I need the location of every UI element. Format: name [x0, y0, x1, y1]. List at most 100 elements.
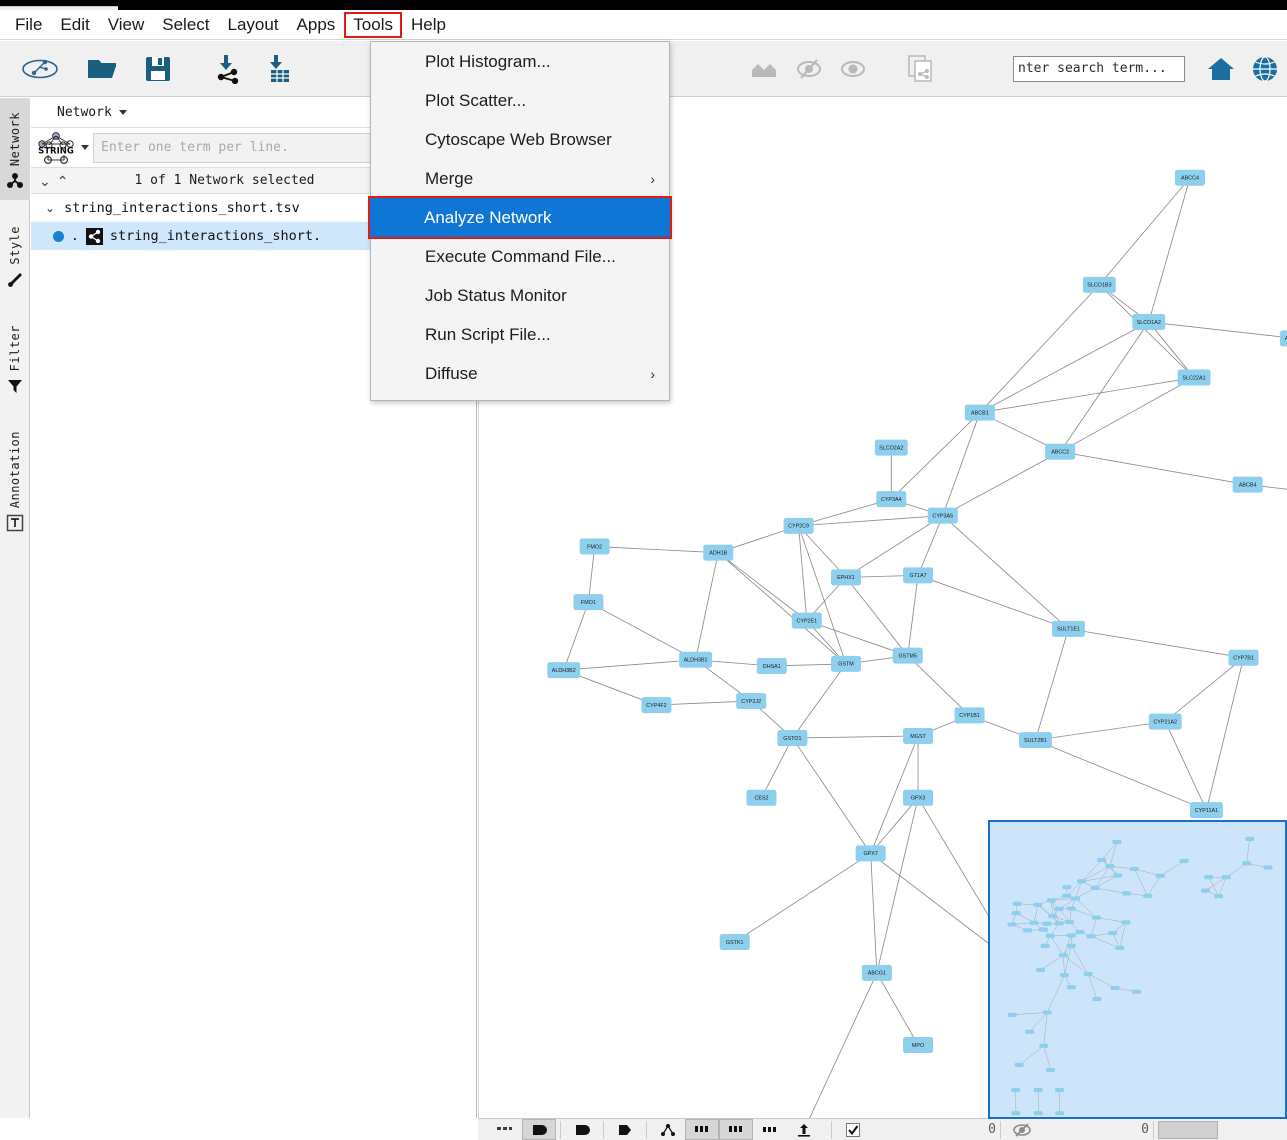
graph-node[interactable]: GPX7 [855, 845, 886, 862]
edge-select-icon[interactable] [719, 1119, 753, 1140]
graph-node[interactable]: SLCO1B3 [1082, 276, 1116, 293]
graph-node[interactable] [1033, 1087, 1043, 1093]
string-dropdown-chevron-icon[interactable] [81, 145, 89, 150]
menu-item-job-status-monitor[interactable]: Job Status Monitor [371, 276, 669, 315]
graph-node[interactable] [1143, 893, 1153, 898]
globe-icon[interactable] [1243, 47, 1287, 91]
graph-node[interactable] [1011, 910, 1021, 916]
graph-node[interactable]: CYP1B1 [954, 707, 985, 724]
table-icon[interactable] [753, 1119, 787, 1140]
grid-icon[interactable] [488, 1119, 522, 1140]
graph-node[interactable] [1055, 1087, 1065, 1093]
graph-node[interactable] [1155, 873, 1165, 878]
menu-apps[interactable]: Apps [288, 12, 345, 38]
graph-node[interactable] [1092, 915, 1102, 920]
annotation-icon[interactable] [608, 1119, 642, 1140]
open-folder-icon[interactable] [80, 47, 124, 91]
graph-node[interactable] [1011, 1111, 1021, 1116]
graph-node[interactable]: CYP2E1 [791, 612, 822, 629]
graph-node[interactable] [1070, 896, 1080, 901]
graph-node[interactable]: ABCB11 [1280, 330, 1287, 347]
new-network-from-selection-icon[interactable] [899, 47, 943, 91]
menu-item-merge[interactable]: Merge › [371, 159, 669, 198]
graph-node[interactable] [1105, 864, 1115, 869]
graph-node[interactable]: SULT1E1 [1052, 620, 1085, 637]
select-edges-icon[interactable] [565, 1119, 599, 1140]
graph-node[interactable] [1110, 985, 1120, 991]
graph-node[interactable] [1062, 885, 1072, 890]
hide-icon[interactable] [787, 47, 831, 91]
graph-node[interactable] [1048, 914, 1058, 919]
menu-item-execute-command-file[interactable]: Execute Command File... [371, 237, 669, 276]
graph-node[interactable] [1029, 920, 1039, 925]
graph-node[interactable]: SLC22A1 [1177, 369, 1211, 386]
graph-node[interactable] [1054, 906, 1064, 912]
hidden-items-icon[interactable] [1005, 1119, 1039, 1140]
graph-node[interactable]: GSTK1 [719, 934, 750, 950]
graph-node[interactable] [1113, 873, 1123, 878]
graph-node[interactable] [1014, 1062, 1024, 1067]
graph-node[interactable]: GT1A7 [903, 567, 934, 584]
graph-node[interactable]: ABCB4 [1232, 476, 1263, 493]
graph-node[interactable]: CYP2J2 [736, 692, 767, 709]
sidebar-item-style[interactable]: Style [0, 200, 30, 299]
graph-node[interactable]: MGST [903, 728, 934, 744]
import-table-icon[interactable] [256, 47, 300, 91]
show-icon[interactable] [831, 47, 875, 91]
menu-item-analyze-network[interactable]: Analyze Network [368, 196, 672, 239]
menu-help[interactable]: Help [402, 12, 455, 38]
graph-node[interactable]: GSTO1 [777, 730, 808, 747]
menu-item-diffuse[interactable]: Diffuse › [371, 354, 669, 393]
graph-node[interactable] [1112, 839, 1122, 845]
menu-item-plot-histogram[interactable]: Plot Histogram... [371, 42, 669, 81]
graph-node[interactable] [1007, 922, 1017, 927]
graph-node[interactable] [1055, 1111, 1065, 1116]
graph-node[interactable] [1036, 967, 1046, 973]
graph-node[interactable] [1245, 836, 1255, 841]
menu-edit[interactable]: Edit [51, 12, 98, 38]
graph-node[interactable] [1025, 1029, 1035, 1034]
graph-node[interactable]: ABCG1 [861, 964, 892, 981]
graph-node[interactable] [1045, 933, 1055, 938]
graph-node[interactable]: EPHX1 [830, 569, 861, 586]
node-select-icon[interactable] [685, 1119, 719, 1140]
graph-node[interactable] [1046, 898, 1056, 903]
import-network-icon[interactable] [206, 47, 250, 91]
graph-node[interactable]: ALDH3B2 [547, 662, 581, 679]
sidebar-item-annotation[interactable]: Annotation [0, 405, 30, 542]
graph-node[interactable] [1204, 875, 1214, 880]
graph-node[interactable]: CES2 [746, 789, 777, 806]
graph-node[interactable]: CYP7B1 [1228, 649, 1259, 666]
graph-node[interactable]: CYP4F2 [641, 697, 672, 714]
graph-node[interactable] [1066, 985, 1076, 990]
fit-selected-icon[interactable] [743, 47, 787, 91]
graph-node[interactable]: FMO1 [573, 594, 604, 611]
graph-node[interactable] [1108, 930, 1118, 936]
graph-node[interactable] [1062, 893, 1072, 898]
graph-node[interactable] [1201, 888, 1211, 893]
graph-node[interactable] [1221, 875, 1231, 880]
graph-node[interactable] [1242, 861, 1252, 866]
graph-node[interactable] [1122, 891, 1132, 896]
graph-node[interactable] [1033, 902, 1043, 907]
graph-node[interactable] [1066, 906, 1076, 911]
graph-node[interactable] [1179, 858, 1189, 864]
menu-file[interactable]: File [6, 12, 51, 38]
graph-node[interactable] [1066, 943, 1076, 948]
graph-node[interactable]: ABCC2 [1045, 443, 1076, 460]
graph-node[interactable]: ABCC4 [1174, 169, 1205, 186]
graph-node[interactable] [1042, 921, 1052, 926]
layout-icon[interactable] [651, 1119, 685, 1140]
graph-node[interactable]: GSTM5 [892, 647, 923, 664]
graph-node[interactable] [1086, 934, 1096, 939]
graph-node[interactable] [1007, 1012, 1017, 1017]
graph-node[interactable]: MPO [903, 1037, 934, 1053]
search-input[interactable]: nter search term... [1013, 55, 1185, 82]
graph-node[interactable] [1033, 1111, 1043, 1116]
sidebar-item-network[interactable]: Network [0, 98, 30, 201]
graph-node[interactable] [1115, 945, 1125, 951]
menu-item-cytoscape-web-browser[interactable]: Cytoscape Web Browser [371, 120, 669, 159]
home-icon[interactable] [1199, 47, 1243, 91]
graph-node[interactable] [1039, 1043, 1049, 1048]
graph-node[interactable]: CYP2C9 [783, 517, 814, 534]
